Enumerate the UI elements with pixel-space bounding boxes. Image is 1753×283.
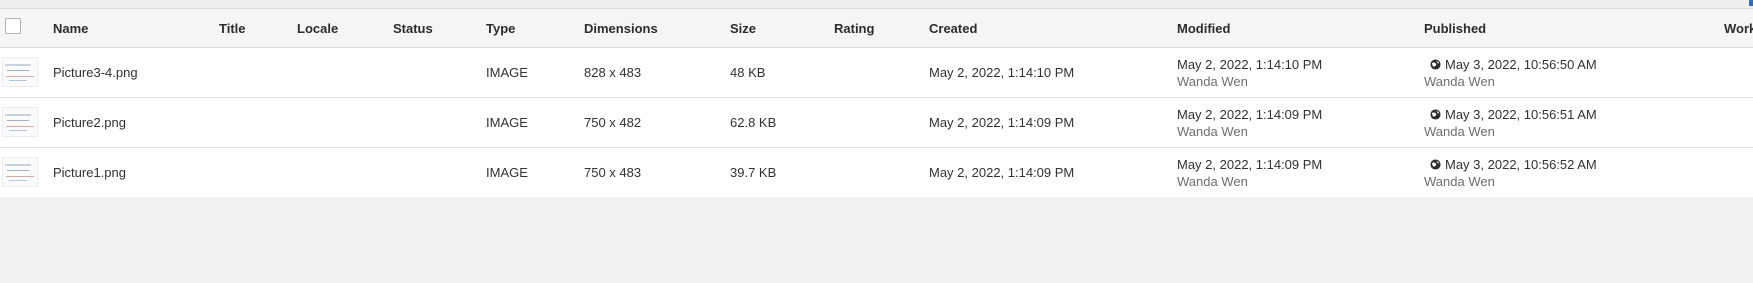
asset-created: May 2, 2022, 1:14:09 PM [929, 165, 1075, 180]
column-header-title[interactable]: Title [219, 9, 246, 47]
asset-modified: May 2, 2022, 1:14:10 PM Wanda Wen [1177, 48, 1322, 97]
asset-type: IMAGE [486, 165, 528, 180]
column-header-rating[interactable]: Rating [834, 9, 874, 47]
table-header: Name Title Locale Status Type Dimensions… [0, 9, 1753, 48]
column-header-published[interactable]: Published [1424, 9, 1486, 47]
asset-dimensions: 750 x 483 [584, 165, 642, 180]
asset-name[interactable]: Picture1.png [53, 148, 126, 197]
asset-type: IMAGE [486, 115, 528, 130]
column-header-workflow[interactable]: Work [1724, 9, 1753, 47]
modified-by: Wanda Wen [1177, 123, 1248, 139]
modified-by: Wanda Wen [1177, 173, 1248, 189]
table-row[interactable]: Picture1.png IMAGE 750 x 483 39.7 KB May… [0, 148, 1753, 198]
asset-published: May 3, 2022, 10:56:51 AM Wanda Wen [1424, 98, 1597, 147]
asset-created: May 2, 2022, 1:14:10 PM [929, 65, 1075, 80]
image-thumbnail[interactable] [2, 57, 38, 87]
published-by: Wanda Wen [1424, 173, 1495, 189]
asset-created: May 2, 2022, 1:14:09 PM [929, 115, 1075, 130]
empty-list-area [0, 197, 1753, 283]
asset-name[interactable]: Picture3-4.png [53, 48, 138, 97]
asset-list-table: Name Title Locale Status Type Dimensions… [0, 9, 1753, 198]
asset-published: May 3, 2022, 10:56:50 AM Wanda Wen [1424, 48, 1597, 97]
published-by: Wanda Wen [1424, 73, 1495, 89]
published-date: May 3, 2022, 10:56:52 AM [1445, 156, 1597, 172]
column-header-created[interactable]: Created [929, 9, 977, 47]
globe-icon [1430, 158, 1441, 170]
asset-size: 48 KB [730, 65, 766, 80]
table-row[interactable]: Picture2.png IMAGE 750 x 482 62.8 KB May… [0, 98, 1753, 148]
globe-icon [1430, 58, 1441, 70]
asset-published: May 3, 2022, 10:56:52 AM Wanda Wen [1424, 148, 1597, 197]
column-header-modified[interactable]: Modified [1177, 9, 1230, 47]
column-header-size[interactable]: Size [730, 9, 756, 47]
asset-size: 62.8 KB [730, 115, 777, 130]
accent-marker [1749, 0, 1753, 6]
table-row[interactable]: Picture3-4.png IMAGE 828 x 483 48 KB May… [0, 48, 1753, 98]
modified-date: May 2, 2022, 1:14:09 PM [1177, 106, 1323, 122]
asset-modified: May 2, 2022, 1:14:09 PM Wanda Wen [1177, 98, 1322, 147]
column-header-status[interactable]: Status [393, 9, 433, 47]
asset-name[interactable]: Picture2.png [53, 98, 126, 147]
asset-dimensions: 750 x 482 [584, 115, 642, 130]
column-header-locale[interactable]: Locale [297, 9, 338, 47]
asset-modified: May 2, 2022, 1:14:09 PM Wanda Wen [1177, 148, 1322, 197]
globe-icon [1430, 108, 1441, 120]
published-by: Wanda Wen [1424, 123, 1495, 139]
modified-date: May 2, 2022, 1:14:10 PM [1177, 56, 1323, 72]
modified-date: May 2, 2022, 1:14:09 PM [1177, 156, 1323, 172]
asset-size: 39.7 KB [730, 165, 777, 180]
top-toolbar-edge [0, 0, 1753, 9]
column-header-name[interactable]: Name [53, 9, 88, 47]
published-date: May 3, 2022, 10:56:50 AM [1445, 56, 1597, 72]
image-thumbnail[interactable] [2, 157, 38, 187]
asset-type: IMAGE [486, 65, 528, 80]
asset-dimensions: 828 x 483 [584, 65, 642, 80]
column-header-dimensions[interactable]: Dimensions [584, 9, 658, 47]
image-thumbnail[interactable] [2, 107, 38, 137]
select-all-checkbox[interactable] [5, 18, 21, 34]
modified-by: Wanda Wen [1177, 73, 1248, 89]
published-date: May 3, 2022, 10:56:51 AM [1445, 106, 1597, 122]
column-header-type[interactable]: Type [486, 9, 515, 47]
